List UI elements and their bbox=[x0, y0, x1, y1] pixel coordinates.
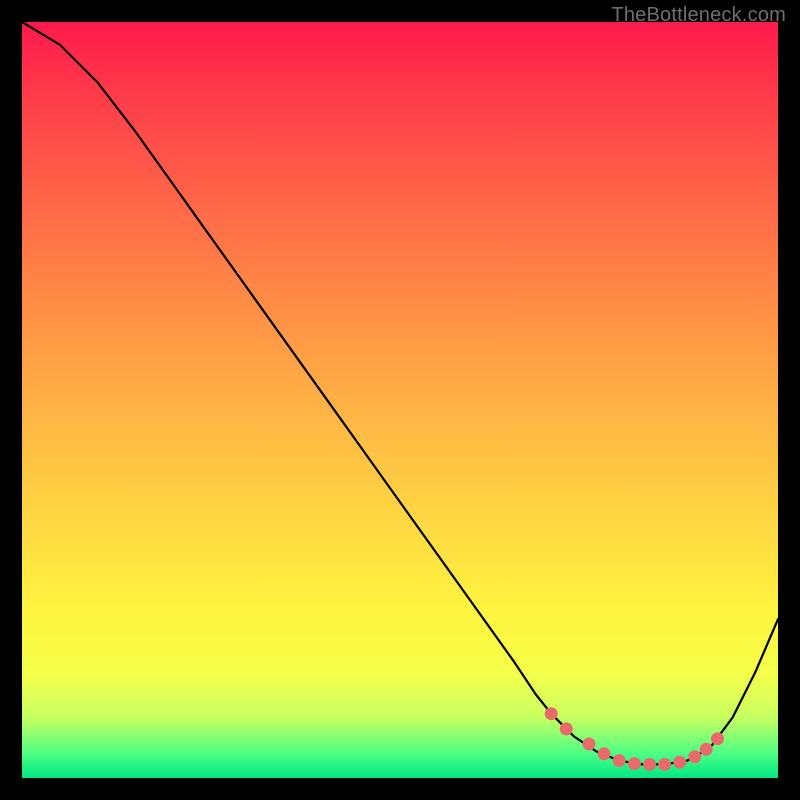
optimal-marker bbox=[598, 747, 611, 760]
optimal-marker bbox=[688, 750, 701, 763]
optimal-marker bbox=[628, 757, 641, 770]
optimal-marker bbox=[583, 738, 596, 751]
optimal-marker bbox=[545, 707, 558, 720]
attribution-text: TheBottleneck.com bbox=[611, 4, 786, 27]
optimal-marker bbox=[613, 754, 626, 767]
optimal-zone-markers bbox=[545, 707, 724, 771]
bottleneck-curve-svg bbox=[22, 22, 778, 778]
optimal-marker bbox=[560, 722, 573, 735]
bottleneck-curve bbox=[22, 22, 778, 764]
plot-area bbox=[22, 22, 778, 778]
optimal-marker bbox=[643, 758, 656, 771]
optimal-marker bbox=[658, 758, 671, 771]
optimal-marker bbox=[711, 732, 724, 745]
optimal-marker bbox=[700, 743, 713, 756]
optimal-marker bbox=[673, 756, 686, 769]
